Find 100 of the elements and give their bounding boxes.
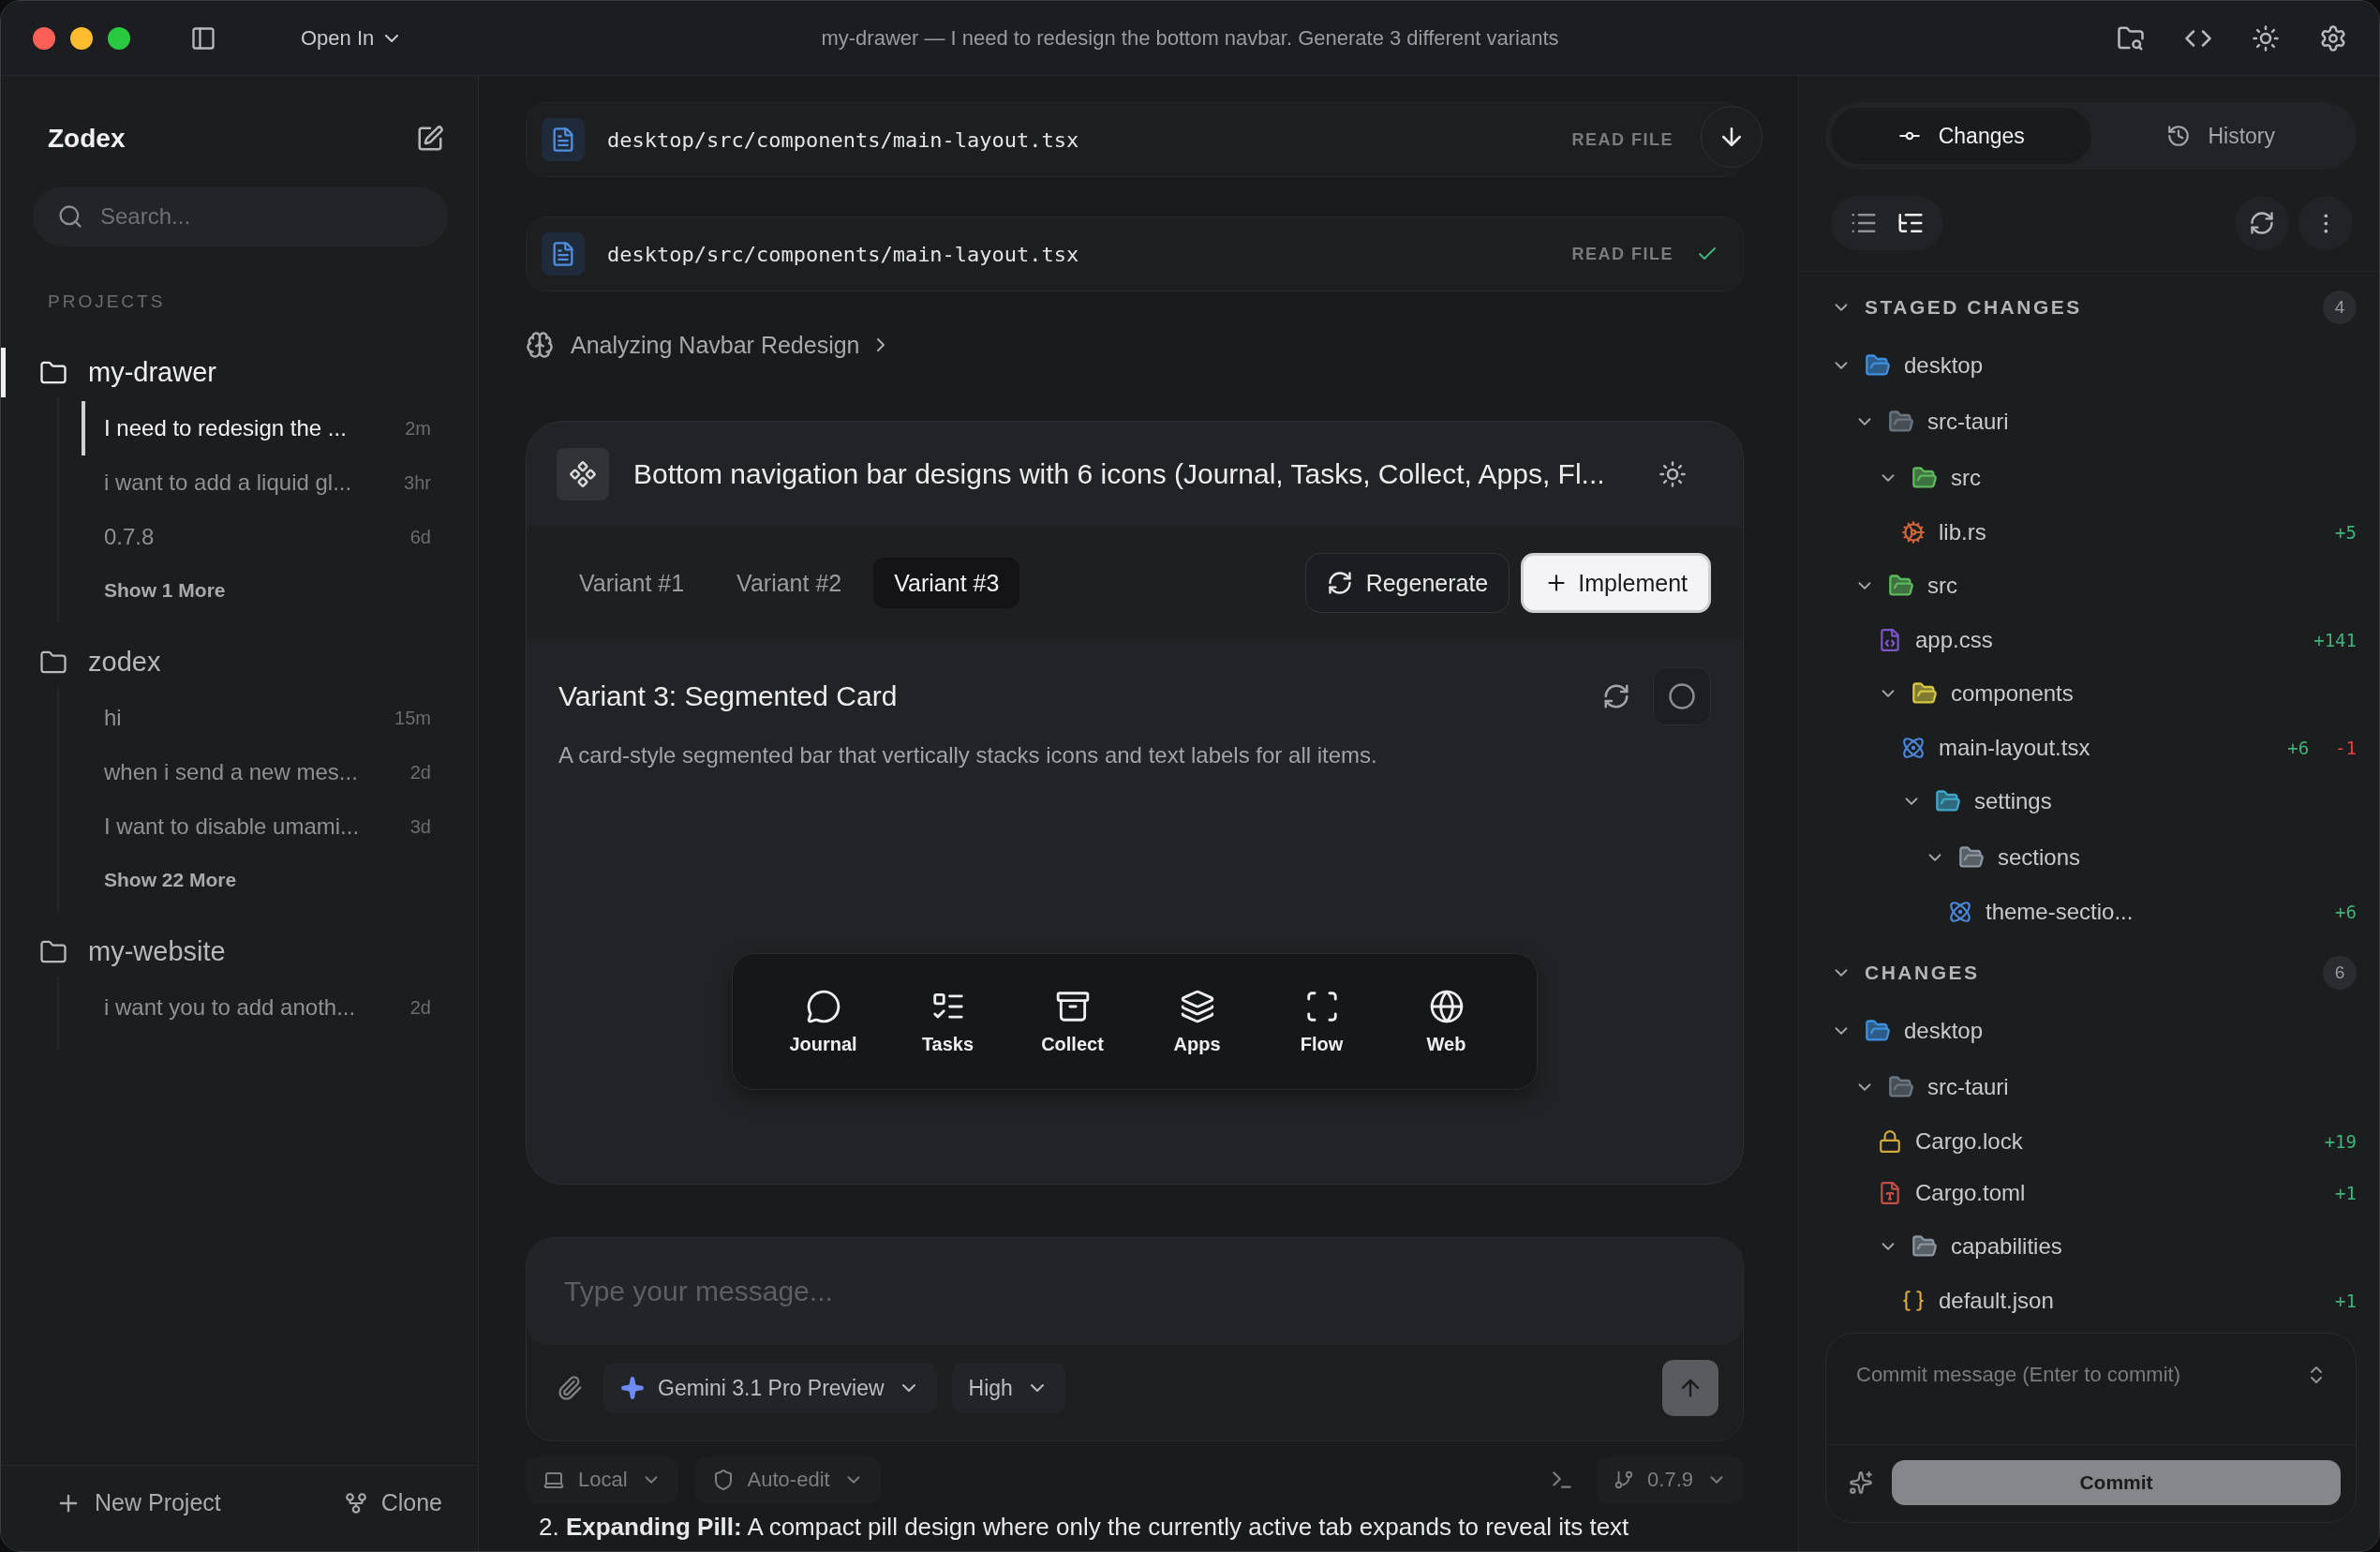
file-name[interactable]: main-layout.tsx <box>1939 734 2275 761</box>
chat-age: 3hr <box>404 471 431 494</box>
file-name[interactable]: default.json <box>1939 1287 2323 1314</box>
commit-button[interactable]: Commit <box>1892 1460 2341 1505</box>
chat-item[interactable]: i want you to add anoth... 2d <box>59 980 478 1035</box>
chat-title: 0.7.8 <box>104 524 155 550</box>
nav-item[interactable]: Flow <box>1259 987 1384 1056</box>
search-field[interactable]: Search... <box>33 187 448 246</box>
mode-selector[interactable]: Auto-edit <box>694 1456 881 1503</box>
folder-name[interactable]: settings <box>1974 788 2357 814</box>
close-button[interactable] <box>33 26 55 50</box>
chat-age: 2m <box>405 417 431 440</box>
sidebar-icon <box>190 24 216 52</box>
commit-message-field[interactable]: Commit message (Enter to commit) <box>1854 1362 2305 1388</box>
fork-icon <box>343 1490 368 1515</box>
chat-item[interactable]: when i send a new mes... 2d <box>59 745 478 799</box>
file-name[interactable]: Cargo.lock <box>1915 1127 2312 1155</box>
atom-icon <box>1901 735 1926 760</box>
file-name[interactable]: app.css <box>1915 626 2301 653</box>
nav-item[interactable]: Journal <box>761 987 885 1056</box>
panel-tab[interactable]: Changes <box>1831 108 2091 164</box>
count-badge: 6 <box>2323 956 2357 990</box>
message-input[interactable]: Type your message... <box>527 1238 1743 1345</box>
chat-item[interactable]: I want to disable umami... 3d <box>59 799 478 854</box>
file-name[interactable]: theme-sectio... <box>1986 898 2323 925</box>
variant-description: A card-style segmented bar that vertically stacks icons and text labels for all items. <box>558 742 1378 769</box>
variant-tab[interactable]: Variant #3 <box>873 558 1020 608</box>
show-more-button[interactable]: Show 22 More <box>59 854 478 897</box>
location-selector[interactable]: Local <box>526 1456 678 1503</box>
regenerate-button[interactable]: Regenerate <box>1304 553 1510 613</box>
nav-item[interactable]: Web <box>1384 987 1509 1056</box>
file-path: desktop/src/components/main-layout.tsx <box>607 127 1080 152</box>
additions-count: +5 <box>2335 521 2357 543</box>
more-icon <box>2323 213 2328 233</box>
project-item[interactable]: my-drawer <box>1 348 478 397</box>
circle-button[interactable] <box>1653 667 1711 725</box>
additions-count: +6 <box>2335 901 2357 922</box>
folder-name[interactable]: capabilities <box>1951 1233 2357 1260</box>
effort-selector[interactable]: High <box>951 1363 1065 1413</box>
sparkles-icon[interactable] <box>1849 1470 1873 1495</box>
folder-name[interactable]: src-tauri <box>1927 409 2357 435</box>
refresh-icon <box>2249 210 2275 236</box>
file-name[interactable]: lib.rs <box>1939 518 2323 545</box>
search-icon <box>57 203 83 230</box>
thinking-toggle[interactable]: Analyzing Navbar Redesign <box>526 331 885 359</box>
folder-name[interactable]: src <box>1927 573 2357 599</box>
branch-icon <box>1614 1470 1635 1490</box>
folder-name[interactable]: components <box>1951 680 2357 707</box>
model-selector[interactable]: Gemini 3.1 Pro Preview <box>603 1363 937 1413</box>
chat-item[interactable]: I need to redesign the ... 2m <box>82 401 478 455</box>
implement-button[interactable]: Implement <box>1521 553 1711 613</box>
panel-tab[interactable]: History <box>2090 108 2351 164</box>
clone-button[interactable]: Clone <box>337 1488 448 1517</box>
tool-status: READ FILE <box>1571 129 1673 150</box>
variant-tab[interactable]: Variant #2 <box>716 558 863 608</box>
project-item[interactable]: zodex <box>1 637 478 687</box>
open-in-button[interactable]: Open In <box>295 24 405 52</box>
folder-name[interactable]: sections <box>1998 844 2357 871</box>
new-project-button[interactable]: New Project <box>50 1488 227 1517</box>
code-file-icon <box>1878 627 1902 652</box>
project-item[interactable]: my-website <box>1 927 478 977</box>
branch-selector[interactable]: 0.7.9 <box>1597 1456 1744 1503</box>
section-title[interactable]: STAGED CHANGES <box>1865 296 2082 319</box>
chat-title: i want to add a liquid gl... <box>104 470 352 496</box>
app-name: Zodex <box>48 124 126 154</box>
deletions-count: -1 <box>2335 737 2357 758</box>
section-title[interactable]: CHANGES <box>1865 962 1980 984</box>
chat-bubble-icon <box>805 988 841 1024</box>
show-more-button[interactable]: Show 1 More <box>59 564 478 607</box>
circle-icon <box>1668 682 1696 710</box>
variant-tab[interactable]: Variant #1 <box>558 558 706 608</box>
sun-icon <box>2252 23 2280 52</box>
chat-item[interactable]: i want to add a liquid gl... 3hr <box>59 455 478 510</box>
nav-item[interactable]: Apps <box>1135 987 1259 1056</box>
file-icon <box>542 118 585 161</box>
refresh-icon <box>1326 570 1353 596</box>
nav-item[interactable]: Tasks <box>885 987 1010 1056</box>
folder-name[interactable]: desktop <box>1904 352 2357 379</box>
chat-age: 3d <box>409 815 431 838</box>
chat-item[interactable]: hi 15m <box>59 691 478 745</box>
nav-label: Tasks <box>921 1033 974 1055</box>
send-button[interactable] <box>1662 1360 1718 1416</box>
brain-icon <box>526 331 554 359</box>
nav-item[interactable]: Collect <box>1010 987 1135 1056</box>
folder-name[interactable]: src <box>1951 465 2357 491</box>
chat-title: when i send a new mes... <box>104 759 358 785</box>
chat-item[interactable]: 0.7.8 6d <box>59 510 478 564</box>
sun-icon <box>1659 460 1687 488</box>
chat-age: 6d <box>409 526 431 548</box>
file-path: desktop/src/components/main-layout.tsx <box>607 242 1080 266</box>
text-file-icon <box>1878 1180 1902 1205</box>
minimize-button[interactable] <box>70 26 93 50</box>
braces-icon <box>1901 1288 1926 1313</box>
file-name[interactable]: Cargo.toml <box>1915 1179 2323 1206</box>
maximize-button[interactable] <box>108 26 130 50</box>
folder-name[interactable]: desktop <box>1904 1018 2357 1044</box>
additions-count: +6 <box>2287 737 2310 758</box>
nav-label: Collect <box>1041 1033 1104 1055</box>
folder-name[interactable]: src-tauri <box>1927 1074 2357 1100</box>
globe-icon <box>1428 988 1465 1024</box>
